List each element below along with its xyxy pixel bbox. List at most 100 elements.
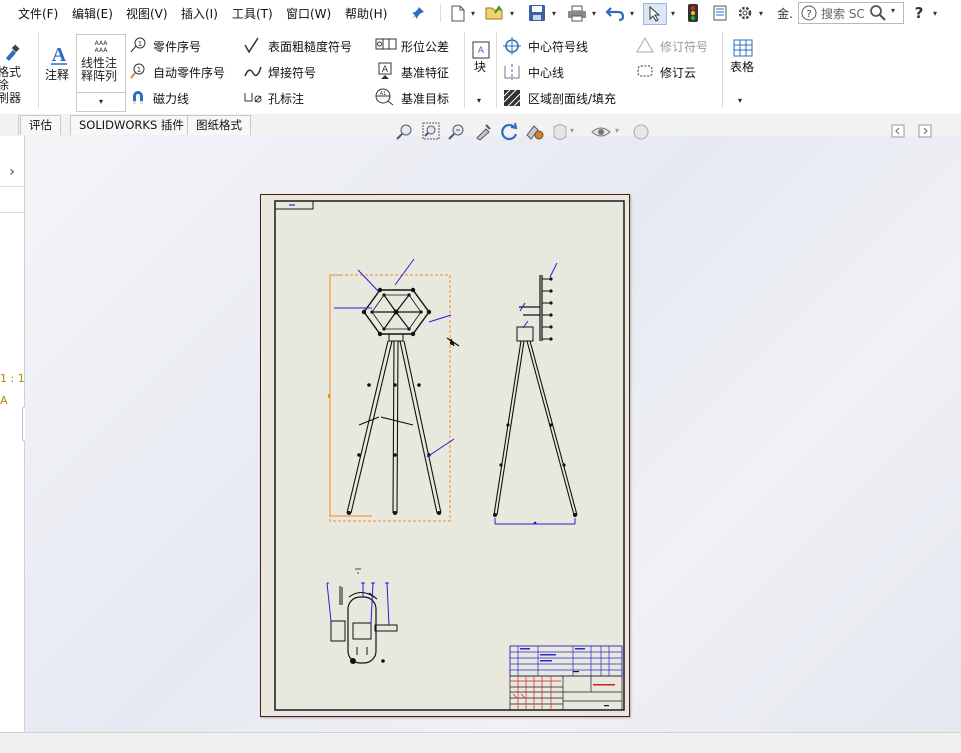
zoom-to-area-icon[interactable] bbox=[422, 122, 440, 143]
chevron-down-icon[interactable]: ▾ bbox=[930, 3, 940, 23]
menu-file[interactable]: 文件(F) bbox=[18, 5, 58, 22]
previous-view-icon[interactable] bbox=[448, 123, 466, 144]
svg-text:1: 1 bbox=[138, 40, 142, 48]
datum-feature-button[interactable]: 基准特征 bbox=[401, 64, 449, 81]
tab-sheet-format[interactable]: 图纸格式 bbox=[187, 115, 251, 135]
menu-window[interactable]: 窗口(W) bbox=[286, 5, 331, 22]
centerline-icon bbox=[503, 63, 520, 80]
table-icon bbox=[733, 39, 753, 60]
chevron-down-icon[interactable]: ▾ bbox=[589, 3, 599, 23]
centerline-button[interactable]: 中心线 bbox=[528, 64, 564, 81]
chevron-down-icon[interactable]: ▾ bbox=[507, 3, 517, 23]
svg-text:A: A bbox=[478, 46, 485, 56]
view-settings-icon[interactable] bbox=[525, 123, 545, 144]
expand-panel-icon[interactable] bbox=[918, 124, 932, 141]
select-pointer-icon[interactable] bbox=[643, 3, 667, 25]
revision-cloud-icon bbox=[636, 63, 653, 79]
sheet-letter: A bbox=[0, 394, 8, 407]
svg-text:AAA: AAA bbox=[95, 40, 109, 47]
new-document-icon[interactable] bbox=[448, 3, 468, 23]
menu-help[interactable]: 帮助(H) bbox=[345, 5, 387, 22]
detail-view bbox=[326, 568, 398, 664]
format-painter-label-1: 格式涂 bbox=[0, 65, 22, 92]
open-folder-icon[interactable] bbox=[484, 3, 506, 23]
search-help-icon: ? bbox=[801, 5, 817, 24]
tab-overflow[interactable] bbox=[0, 114, 19, 135]
rebuild-icon[interactable] bbox=[684, 3, 702, 23]
gear-icon[interactable] bbox=[735, 3, 755, 23]
hide-show-items-icon[interactable] bbox=[591, 124, 611, 143]
magnet-icon bbox=[130, 89, 146, 105]
surface-finish-button[interactable]: 表面粗糙度符号 bbox=[268, 38, 352, 55]
chevron-down-icon[interactable]: ▾ bbox=[468, 3, 478, 23]
display-style-icon[interactable] bbox=[552, 123, 568, 144]
search-input[interactable]: 搜索 SC bbox=[821, 5, 865, 22]
gtol-button[interactable]: 形位公差 bbox=[401, 38, 449, 55]
feature-manager-panel: › 1 : 1) A bbox=[0, 136, 32, 732]
table-button[interactable]: 表格 bbox=[730, 58, 754, 75]
menu-insert[interactable]: 插入(I) bbox=[181, 5, 218, 22]
revision-symbol-button[interactable]: 修订符号 bbox=[660, 38, 708, 55]
chevron-down-icon[interactable]: ▾ bbox=[615, 126, 619, 135]
menu-edit[interactable]: 编辑(E) bbox=[72, 5, 113, 22]
weld-symbol-icon bbox=[244, 63, 262, 79]
rotate-view-icon[interactable] bbox=[499, 122, 519, 145]
hole-callout-icon bbox=[244, 89, 262, 105]
balloon-icon: 1 bbox=[130, 37, 146, 53]
search-box[interactable]: ? 搜索 SC ▾ bbox=[798, 2, 904, 24]
panel-row bbox=[0, 188, 24, 213]
pan-icon[interactable] bbox=[474, 123, 492, 144]
status-bar bbox=[0, 732, 961, 753]
note-icon: A bbox=[48, 42, 70, 69]
drawing-sheet[interactable] bbox=[260, 194, 630, 717]
file-properties-icon[interactable] bbox=[710, 3, 730, 23]
chevron-down-icon[interactable]: ▾ bbox=[570, 126, 574, 135]
chevron-down-icon[interactable]: ▾ bbox=[891, 6, 895, 15]
hole-callout-button[interactable]: 孔标注 bbox=[268, 90, 304, 107]
expand-chevron-icon[interactable]: › bbox=[0, 158, 24, 187]
save-icon[interactable] bbox=[526, 3, 548, 23]
tab-solidworks-addins[interactable]: SOLIDWORKS 插件 bbox=[70, 115, 193, 135]
menu-view[interactable]: 视图(V) bbox=[126, 5, 168, 22]
magnetic-line-button[interactable]: 磁力线 bbox=[153, 90, 189, 107]
weld-symbol-button[interactable]: 焊接符号 bbox=[268, 64, 316, 81]
appearance-icon[interactable] bbox=[632, 123, 650, 144]
search-icon[interactable] bbox=[869, 4, 887, 25]
center-mark-button[interactable]: 中心符号线 bbox=[528, 38, 588, 55]
surface-finish-icon bbox=[244, 37, 260, 54]
title-block bbox=[509, 645, 623, 711]
auto-balloon-icon: 1 bbox=[130, 63, 146, 79]
format-painter-button[interactable]: 格式涂 刷器 bbox=[0, 66, 29, 105]
chevron-down-icon[interactable]: ▾ bbox=[627, 3, 637, 23]
help-button[interactable]: ? bbox=[911, 3, 927, 23]
chevron-down-icon[interactable]: ▾ bbox=[738, 96, 742, 105]
undo-icon[interactable] bbox=[604, 3, 626, 23]
pin-icon[interactable] bbox=[408, 3, 428, 23]
annotation-button[interactable]: 注释 bbox=[45, 66, 69, 83]
svg-text:AAA: AAA bbox=[95, 47, 109, 54]
print-icon[interactable] bbox=[566, 3, 588, 23]
linear-pattern-button[interactable]: AAA AAA 线性注 释阵列 ▾ bbox=[76, 34, 126, 112]
auto-balloon-button[interactable]: 自动零件序号 bbox=[153, 64, 225, 81]
area-hatch-button[interactable]: 区域剖面线/填充 bbox=[528, 90, 616, 107]
side-view bbox=[493, 262, 578, 525]
zoom-to-fit-icon[interactable] bbox=[396, 123, 414, 144]
overflow-label[interactable]: 金. bbox=[775, 3, 795, 23]
collapse-panel-icon[interactable] bbox=[891, 124, 905, 141]
menu-tools[interactable]: 工具(T) bbox=[232, 5, 273, 22]
annotation-ribbon: 格式涂 刷器 A 注释 AAA AAA 线性注 释阵列 ▾ 1 零件序号 1 自动… bbox=[0, 26, 961, 115]
balloon-button[interactable]: 零件序号 bbox=[153, 38, 201, 55]
datum-feature-icon: A bbox=[377, 62, 393, 79]
format-painter-icon bbox=[3, 44, 21, 65]
chevron-down-icon[interactable]: ▾ bbox=[668, 3, 678, 23]
chevron-down-icon[interactable]: ▾ bbox=[756, 3, 766, 23]
chevron-down-icon[interactable]: ▾ bbox=[477, 96, 481, 105]
linear-pattern-label-2: 释阵列 bbox=[81, 69, 118, 83]
divider bbox=[440, 4, 441, 22]
revision-cloud-button[interactable]: 修订云 bbox=[660, 64, 696, 81]
chevron-down-icon[interactable]: ▾ bbox=[549, 3, 559, 23]
chevron-down-icon[interactable]: ▾ bbox=[77, 92, 125, 111]
block-button[interactable]: 块 bbox=[474, 58, 486, 75]
datum-target-button[interactable]: 基准目标 bbox=[401, 90, 449, 107]
tab-evaluate[interactable]: 评估 bbox=[20, 115, 61, 135]
